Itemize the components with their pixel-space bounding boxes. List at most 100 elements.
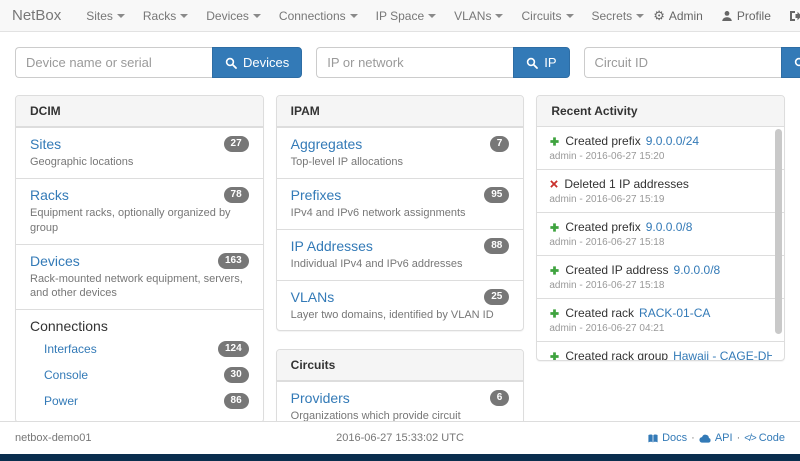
recent-activity-list: Created prefix9.0.0.0/24 admin - 2016-06… <box>537 127 784 360</box>
recent-activity-panel: Recent Activity Created prefix9.0.0.0/24… <box>536 95 785 361</box>
activity-item: Created prefix9.0.0.0/24 admin - 2016-06… <box>537 127 784 169</box>
providers-link[interactable]: Providers <box>291 390 350 406</box>
ip-search-button-label: IP <box>544 55 556 70</box>
console-link[interactable]: Console <box>44 368 88 382</box>
nav-item-vlans[interactable]: VLANs <box>445 9 512 23</box>
ip-search-input[interactable] <box>316 47 513 78</box>
bottom-accent-bar <box>0 454 800 461</box>
docs-link[interactable]: Docs <box>647 432 687 444</box>
list-item-racks: Racks78 Equipment racks, optionally orga… <box>16 178 263 244</box>
activity-action: Created rack group <box>565 349 668 360</box>
nav-item-label: IP Space <box>376 9 424 23</box>
brand-logo[interactable]: NetBox <box>12 7 61 24</box>
activity-action: Created IP address <box>565 263 668 277</box>
aggregates-link[interactable]: Aggregates <box>291 136 363 152</box>
plus-icon <box>549 136 560 147</box>
devices-link[interactable]: Devices <box>30 253 80 269</box>
caret-down-icon <box>350 14 358 18</box>
search-icon <box>794 57 800 69</box>
circuit-search-input[interactable] <box>584 47 781 78</box>
sites-count-badge: 27 <box>224 136 249 152</box>
plus-icon <box>549 351 560 361</box>
prefixes-link[interactable]: Prefixes <box>291 187 342 203</box>
nav-item-circuits[interactable]: Circuits <box>512 9 582 23</box>
power-link[interactable]: Power <box>44 394 78 408</box>
activity-scrollbar[interactable] <box>775 129 782 334</box>
power-count-badge: 86 <box>224 393 249 409</box>
api-link[interactable]: API <box>699 432 733 444</box>
activity-action: Created rack <box>565 306 634 320</box>
delete-icon <box>549 179 559 189</box>
admin-label: Admin <box>669 9 703 23</box>
nav-item-connections[interactable]: Connections <box>270 9 367 23</box>
nav-item-devices[interactable]: Devices <box>197 9 270 23</box>
caret-down-icon <box>180 14 188 18</box>
vlans-count-badge: 25 <box>484 289 509 305</box>
racks-count-badge: 78 <box>224 187 249 203</box>
logout-link[interactable]: Log out <box>789 2 800 30</box>
plus-icon <box>549 222 560 233</box>
caret-down-icon <box>253 14 261 18</box>
activity-link[interactable]: Hawaii - CAGE-DH1-01 <box>673 349 772 360</box>
server-time: 2016-06-27 15:33:02 UTC <box>272 432 529 444</box>
profile-label: Profile <box>737 9 771 23</box>
activity-meta: admin - 2016-06-27 15:18 <box>549 237 772 248</box>
nav-item-racks[interactable]: Racks <box>134 9 197 23</box>
circuit-search-button[interactable]: Circuits <box>781 47 800 78</box>
activity-action: Deleted 1 IP addresses <box>564 177 689 191</box>
profile-link[interactable]: Profile <box>721 9 771 23</box>
ipam-panel-title: IPAM <box>277 96 524 127</box>
caret-down-icon <box>495 14 503 18</box>
list-item-vlans: VLANs 25 Layer two domains, identified by… <box>277 280 524 331</box>
nav-item-ip-space[interactable]: IP Space <box>367 9 445 23</box>
device-search-button[interactable]: Devices <box>212 47 302 78</box>
circuit-search-group: Circuits <box>584 47 800 78</box>
ipam-panel: IPAM Aggregates 7 Top-level IP allocation… <box>276 95 525 331</box>
interfaces-link[interactable]: Interfaces <box>44 342 97 356</box>
ip-search-button[interactable]: IP <box>513 47 569 78</box>
devices-description: Rack-mounted network equipment, servers,… <box>30 272 249 302</box>
activity-meta: admin - 2016-06-27 04:21 <box>549 323 772 334</box>
cloud-icon <box>699 433 712 444</box>
sites-link[interactable]: Sites <box>30 136 61 152</box>
nav-item-secrets[interactable]: Secrets <box>583 9 654 23</box>
admin-link[interactable]: ⚙ Admin <box>653 9 703 23</box>
footer-separator: · <box>691 432 695 444</box>
vlans-description: Layer two domains, identified by VLAN ID <box>291 308 510 323</box>
ip-addresses-count-badge: 88 <box>484 238 509 254</box>
device-search-input[interactable] <box>15 47 212 78</box>
activity-link[interactable]: 9.0.0.0/24 <box>646 134 699 148</box>
nav-item-label: Sites <box>86 9 113 23</box>
activity-link[interactable]: 9.0.0.0/8 <box>674 263 721 277</box>
devices-count-badge: 163 <box>218 253 249 269</box>
providers-count-badge: 6 <box>490 390 510 406</box>
aggregates-description: Top-level IP allocations <box>291 155 510 170</box>
ip-addresses-link[interactable]: IP Addresses <box>291 238 373 254</box>
column-activity: Recent Activity Created prefix9.0.0.0/24… <box>536 95 785 379</box>
interfaces-count-badge: 124 <box>218 341 249 357</box>
book-icon <box>647 433 659 444</box>
column-ipam: IPAM Aggregates 7 Top-level IP allocation… <box>276 95 525 461</box>
connections-row-power: Power 86 <box>30 388 249 414</box>
nav-item-label: Connections <box>279 9 346 23</box>
user-icon <box>721 10 733 22</box>
caret-down-icon <box>117 14 125 18</box>
column-dcim: DCIM Sites27 Geographic locations Racks7… <box>15 95 264 461</box>
code-link[interactable]: </>Code <box>744 432 785 444</box>
activity-link[interactable]: RACK-01-CA <box>639 306 710 320</box>
circuits-panel-title: Circuits <box>277 350 524 381</box>
activity-item: Created rack RACK-01-CA admin - 2016-06-2… <box>537 298 784 341</box>
vlans-link[interactable]: VLANs <box>291 289 335 305</box>
ip-search-group: IP <box>316 47 569 78</box>
connections-row-console: Console30 <box>30 362 249 388</box>
plus-icon <box>549 265 560 276</box>
aggregates-count-badge: 7 <box>490 136 510 152</box>
activity-meta: admin - 2016-06-27 15:19 <box>549 194 772 205</box>
list-item-connections: Connections Interfaces124 Console30 Powe… <box>16 309 263 422</box>
racks-link[interactable]: Racks <box>30 187 69 203</box>
nav-item-sites[interactable]: Sites <box>77 9 134 23</box>
gear-icon: ⚙ <box>653 9 665 22</box>
activity-link[interactable]: 9.0.0.0/8 <box>646 220 693 234</box>
logout-icon <box>789 10 800 22</box>
prefixes-count-badge: 95 <box>484 187 509 203</box>
